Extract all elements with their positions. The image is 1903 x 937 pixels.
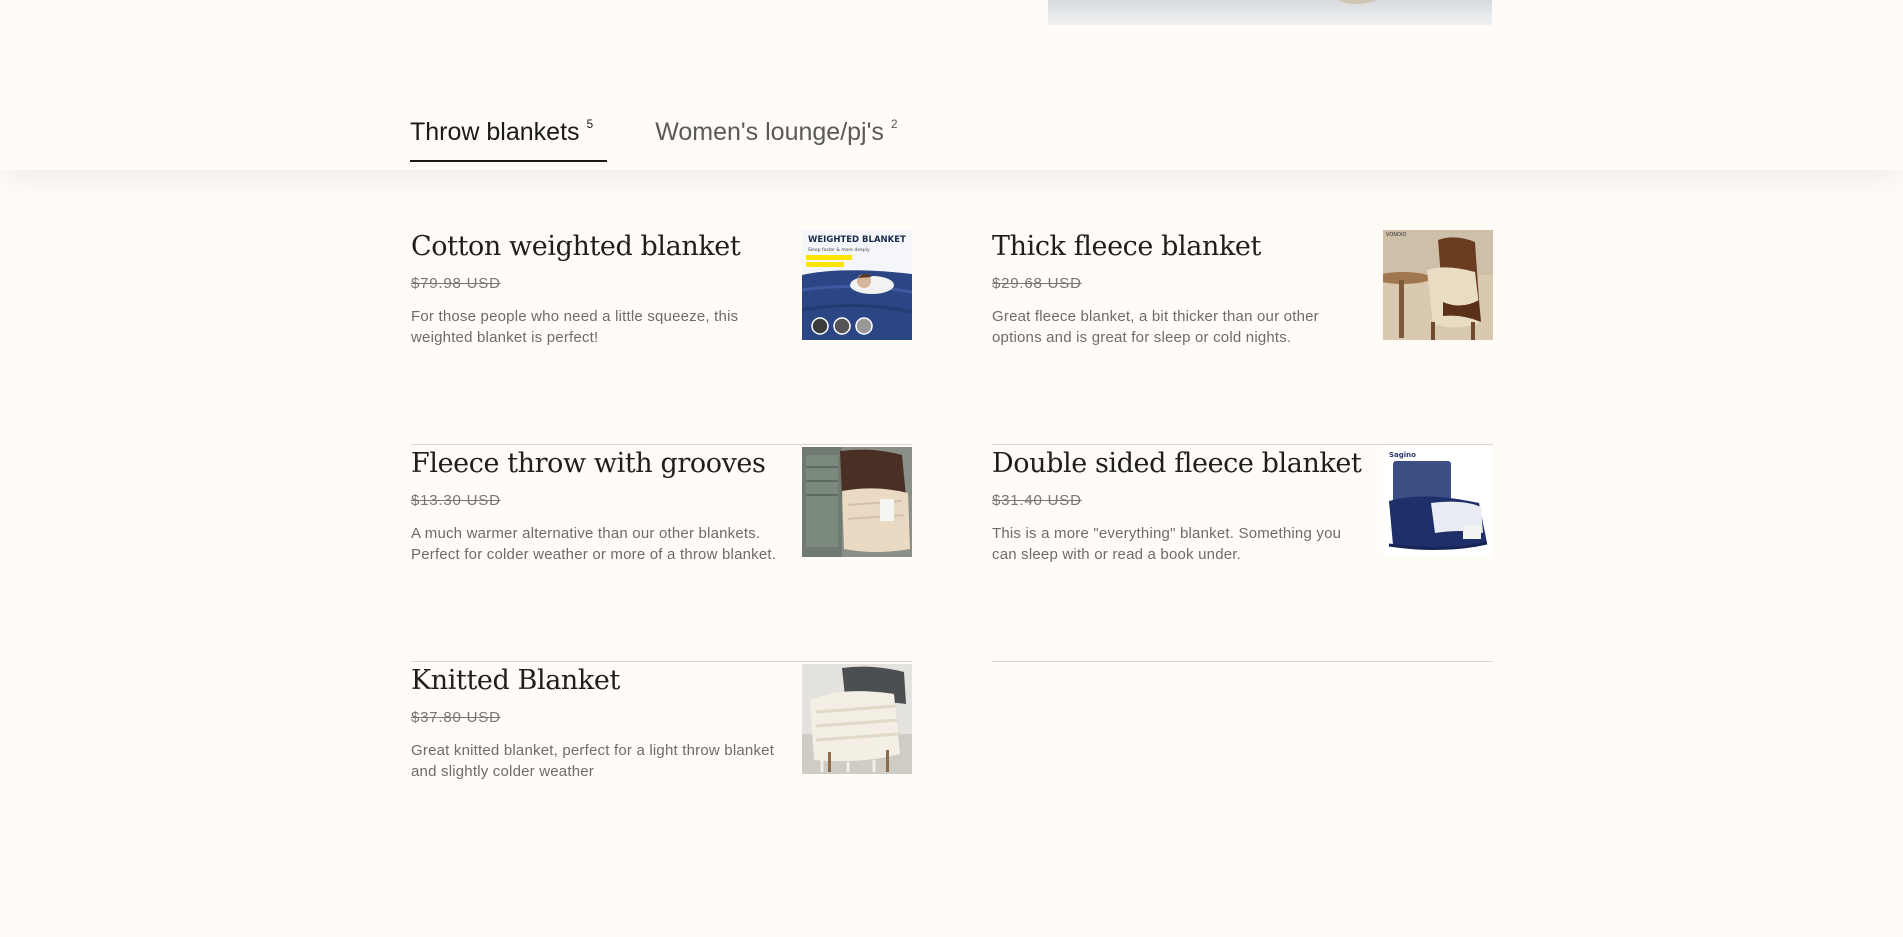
product-name[interactable]: Cotton weighted blanket xyxy=(411,228,777,264)
product-item-fleece-throw-with-grooves[interactable]: Fleece throw with grooves $13.30 USD A m… xyxy=(411,445,912,662)
product-price: $29.68 USD xyxy=(992,275,1082,292)
folded-throws-photo-icon[interactable] xyxy=(802,447,912,557)
product-price: $31.40 USD xyxy=(992,492,1082,509)
tab-throw-blankets[interactable]: Throw blankets 5 xyxy=(410,117,608,162)
tab-womens-lounge-pjs[interactable]: Women's lounge/pj's 2 xyxy=(655,117,898,162)
hero-image-bottom xyxy=(1048,0,1492,25)
knitted-blanket-photo-icon[interactable] xyxy=(802,664,912,774)
image-title: WEIGHTED BLANKET xyxy=(808,235,906,245)
product-description: Great knitted blanket, perfect for a lig… xyxy=(411,742,775,780)
product-description: A much warmer alternative than our other… xyxy=(411,525,777,563)
product-name[interactable]: Knitted Blanket xyxy=(411,662,777,698)
product-item-double-sided-fleece-blanket[interactable]: Double sided fleece blanket $31.40 USD T… xyxy=(992,445,1493,662)
product-text: Cotton weighted blanket $79.98 USD For t… xyxy=(411,228,777,348)
hero-image-detail xyxy=(1334,0,1380,4)
product-item-cotton-weighted-blanket[interactable]: Cotton weighted blanket $79.98 USD For t… xyxy=(411,228,912,445)
product-description: For those people who need a little squee… xyxy=(411,308,739,346)
category-tabs: Throw blankets 5 Women's lounge/pj's 2 xyxy=(410,117,898,162)
product-item-thick-fleece-blanket[interactable]: Thick fleece blanket $29.68 USD Great fl… xyxy=(992,228,1493,445)
image-brand: Sagino xyxy=(1389,451,1416,459)
product-text: Thick fleece blanket $29.68 USD Great fl… xyxy=(992,228,1358,348)
product-description: Great fleece blanket, a bit thicker than… xyxy=(992,308,1319,346)
product-name[interactable]: Thick fleece blanket xyxy=(992,228,1358,264)
tabs-band xyxy=(0,100,1903,170)
product-text: Knitted Blanket $37.80 USD Great knitted… xyxy=(411,662,777,782)
tab-count: 2 xyxy=(890,117,898,131)
fleece-blanket-chair-photo-icon[interactable]: VONOIO xyxy=(1383,230,1493,340)
product-description: This is a more "everything" blanket. Som… xyxy=(992,525,1342,563)
product-text: Fleece throw with grooves $13.30 USD A m… xyxy=(411,445,777,565)
product-price: $13.30 USD xyxy=(411,492,501,509)
image-subtitle: Sleep faster & more deeply xyxy=(808,247,870,253)
product-price: $37.80 USD xyxy=(411,709,501,726)
image-brand: VONOIO xyxy=(1386,232,1406,238)
tab-count: 5 xyxy=(586,117,594,131)
tab-label: Throw blankets xyxy=(410,118,580,146)
product-name[interactable]: Fleece throw with grooves xyxy=(411,445,777,481)
product-text: Double sided fleece blanket $31.40 USD T… xyxy=(992,445,1362,565)
product-list: Cotton weighted blanket $79.98 USD For t… xyxy=(411,228,1493,878)
weighted-blanket-photo-icon[interactable]: WEIGHTED BLANKET Sleep faster & more dee… xyxy=(802,230,912,340)
page: Throw blankets 5 Women's lounge/pj's 2 Cot… xyxy=(0,0,1903,937)
tab-label: Women's lounge/pj's xyxy=(655,118,884,146)
product-price: $79.98 USD xyxy=(411,275,501,292)
product-item-knitted-blanket[interactable]: Knitted Blanket $37.80 USD Great knitted… xyxy=(411,662,912,878)
navy-fleece-package-photo-icon[interactable]: Sagino xyxy=(1383,447,1493,557)
product-name[interactable]: Double sided fleece blanket xyxy=(992,445,1362,481)
